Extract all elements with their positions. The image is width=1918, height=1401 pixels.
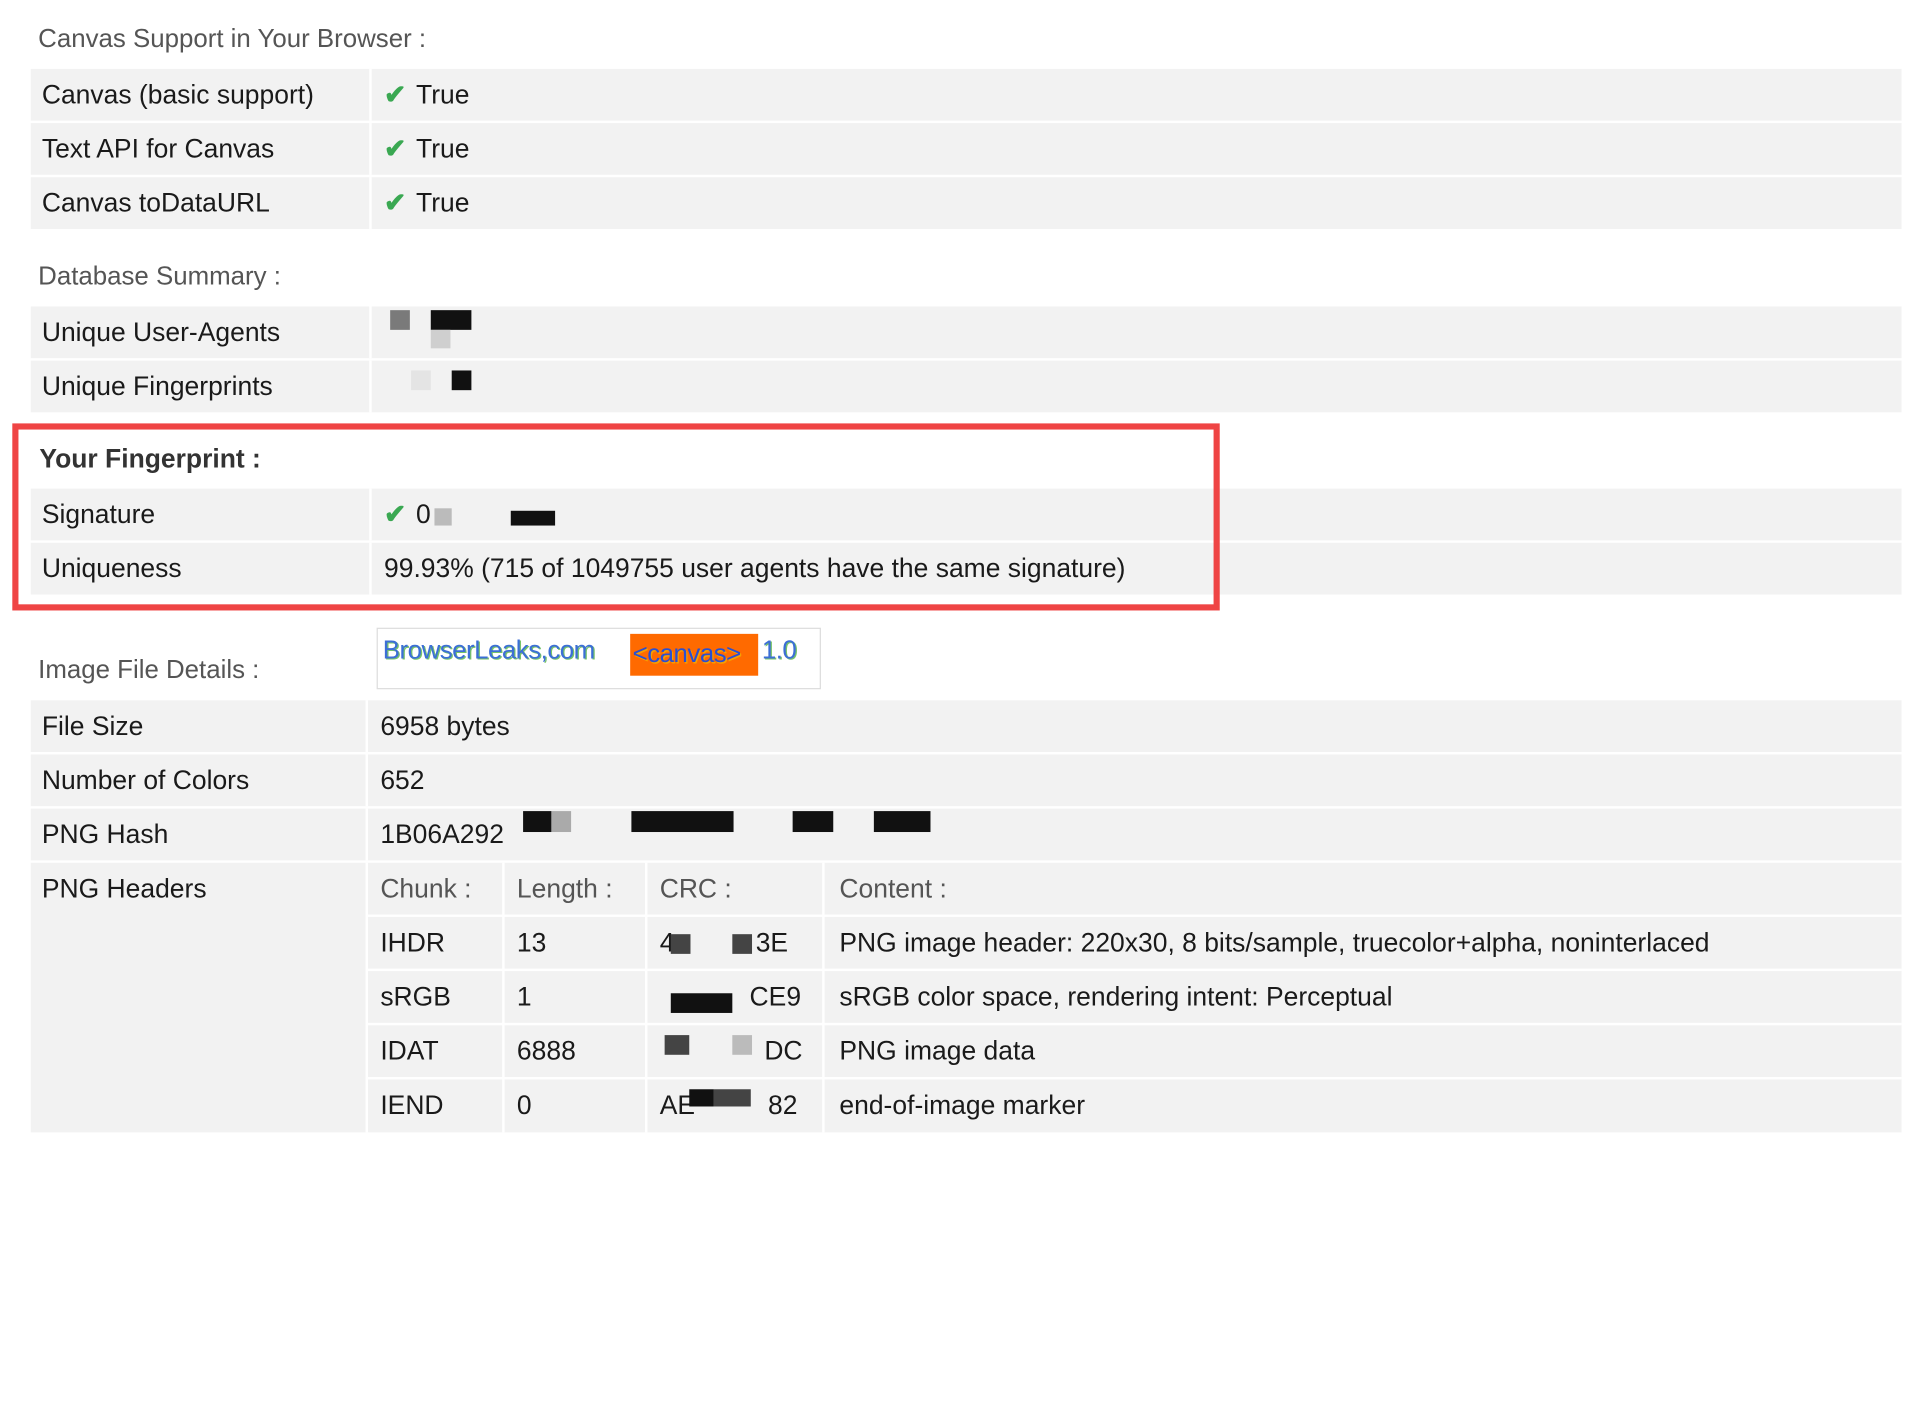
chunk-name: IDAT (380, 1036, 439, 1066)
redacted-value (631, 811, 734, 833)
chunk-crc-end: CE9 (749, 982, 802, 1012)
redacted-value (411, 370, 431, 391)
row-label: Text API for Canvas (41, 134, 275, 164)
canvas-basic-support-row: Canvas (basic support) ✔ True (30, 68, 1902, 121)
database-summary-title: Database Summary : (38, 262, 281, 291)
checkmark-icon: ✔ (384, 134, 407, 164)
redacted-value (792, 811, 834, 833)
redacted-value (430, 310, 472, 330)
redacted-value (732, 934, 753, 954)
redacted-value (451, 370, 472, 391)
chunk-name: IEND (380, 1090, 444, 1121)
row-label: Canvas toDataURL (41, 188, 270, 218)
row-value: ✔ True (384, 80, 470, 110)
row-label: Number of Colors (41, 765, 250, 796)
checkmark-icon: ✔ (384, 80, 407, 110)
redacted-value (732, 1035, 753, 1055)
unique-user-agents-row: Unique User-Agents (30, 306, 1902, 359)
redacted-value (390, 310, 410, 330)
file-size-row: File Size 6958 bytes (30, 700, 1902, 753)
redacted-value (713, 1089, 751, 1107)
png-headers-row: PNG Headers Chunk : Length : CRC : Conte… (30, 862, 1902, 1133)
row-label: PNG Headers (41, 873, 207, 904)
chunk-name: sRGB (380, 982, 451, 1012)
canvas-rendered-image: BrowserLeaks,com <canvas> 1.0 (376, 627, 821, 690)
canvas-support-title: Canvas Support in Your Browser : (38, 24, 427, 53)
column-header-crc: CRC : (659, 873, 732, 904)
number-of-colors-row: Number of Colors 652 (30, 754, 1902, 807)
column-header-chunk: Chunk : (380, 873, 472, 904)
column-header-content: Content : (839, 873, 947, 904)
file-size-value: 6958 bytes (380, 711, 510, 741)
colors-value: 652 (380, 765, 425, 796)
unique-fingerprints-row: Unique Fingerprints (30, 360, 1902, 413)
canvas-image-text: BrowserLeaks,com (382, 636, 595, 665)
chunk-name: IHDR (380, 928, 446, 958)
redacted-value (664, 1035, 690, 1055)
chunk-crc-end: 3E (755, 928, 789, 958)
image-file-details-title: Image File Details : (38, 656, 260, 685)
redacted-value (670, 993, 733, 1013)
redacted-value (689, 1089, 714, 1107)
chunk-crc-end: 82 (768, 1090, 798, 1121)
column-header-length: Length : (516, 873, 613, 904)
chunk-length: 6888 (516, 1036, 576, 1066)
redacted-value (873, 811, 931, 833)
browserleaks-canvas-page: Canvas Support in Your Browser : Canvas … (0, 0, 1918, 1401)
row-value: ✔ True (384, 188, 470, 218)
row-label: Canvas (basic support) (41, 80, 314, 110)
chunk-length: 1 (516, 982, 532, 1012)
text-api-row: Text API for Canvas ✔ True (30, 123, 1902, 175)
row-label: PNG Hash (41, 819, 169, 850)
redacted-value (670, 934, 691, 954)
redacted-value (430, 329, 451, 349)
chunk-length: 0 (516, 1090, 532, 1121)
row-label: Unique Fingerprints (41, 371, 273, 402)
chunk-content: PNG image data (839, 1036, 1036, 1066)
fingerprint-highlight-box (12, 423, 1220, 611)
png-hash-row: PNG Hash 1B06A292 (30, 808, 1902, 861)
chunk-content: end-of-image marker (839, 1090, 1086, 1121)
chunk-crc-end: DC (764, 1036, 803, 1066)
checkmark-icon: ✔ (384, 188, 407, 218)
chunk-content: sRGB color space, rendering intent: Perc… (839, 982, 1393, 1012)
canvas-image-version: 1.0 (761, 636, 797, 665)
row-label: Unique User-Agents (41, 317, 281, 348)
row-value: ✔ True (384, 134, 470, 164)
chunk-content: PNG image header: 220x30, 8 bits/sample,… (839, 928, 1710, 958)
chunk-length: 13 (516, 928, 547, 958)
canvas-image-tag: <canvas> (630, 633, 759, 676)
redacted-value (551, 811, 572, 833)
todataurl-row: Canvas toDataURL ✔ True (30, 177, 1902, 229)
row-label: File Size (41, 711, 144, 741)
redacted-value (523, 811, 552, 833)
png-hash-value: 1B06A292 (380, 819, 504, 850)
